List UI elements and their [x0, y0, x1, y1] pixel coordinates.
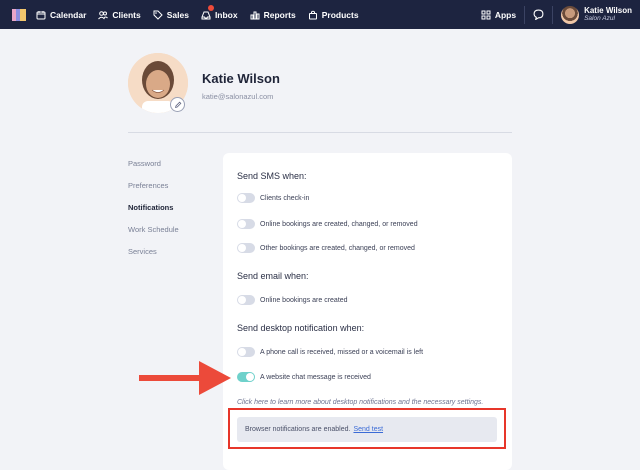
nav-reports[interactable]: Reports [250, 0, 296, 29]
email-toggle-row-online-bookings: Online bookings are created [237, 295, 348, 305]
nav-calendar[interactable]: Calendar [36, 0, 86, 29]
desktop-chat-message-toggle[interactable] [237, 372, 255, 382]
inbox-unread-badge [207, 5, 214, 11]
clients-icon [98, 10, 109, 19]
pencil-icon [174, 101, 181, 108]
nav-sales[interactable]: Sales [153, 0, 189, 29]
toggle-label: Online bookings are created [260, 296, 348, 304]
nav-products[interactable]: Products [308, 0, 359, 29]
profile-name: Katie Wilson [202, 71, 280, 86]
profile-email: katie@salonazul.com [202, 92, 274, 101]
nav-products-label: Products [321, 9, 359, 20]
toggle-label: A phone call is received, missed or a vo… [260, 348, 424, 356]
edit-avatar-button[interactable] [170, 97, 185, 112]
desktop-toggle-row-chat: A website chat message is received [237, 372, 371, 382]
toggle-label: Online bookings are created, changed, or… [260, 220, 418, 228]
learn-more-link[interactable]: Click here to learn more about desktop n… [237, 399, 483, 406]
desktop-phone-call-toggle[interactable] [237, 347, 255, 357]
nav-divider [524, 5, 526, 24]
chat-icon[interactable] [533, 9, 544, 20]
sms-checkin-toggle[interactable] [237, 193, 255, 203]
bar-chart-icon [250, 11, 260, 19]
user-menu[interactable]: Katie Wilson Salon Azul [561, 5, 632, 24]
highlight-box [228, 408, 506, 449]
sidebar-item-password[interactable]: Password [128, 159, 179, 181]
sms-other-bookings-toggle[interactable] [237, 243, 255, 253]
email-online-bookings-toggle[interactable] [237, 295, 255, 305]
bag-icon [308, 10, 317, 19]
sidebar-item-notifications[interactable]: Notifications [128, 203, 179, 225]
sms-section-title: Send SMS when: [237, 171, 307, 181]
sidebar-item-work-schedule[interactable]: Work Schedule [128, 225, 179, 247]
nav-reports-label: Reports [263, 9, 296, 20]
grid-icon [481, 10, 491, 19]
email-section-title: Send email when: [237, 271, 309, 281]
nav-apps-label: Apps [494, 9, 517, 20]
section-divider [128, 132, 512, 133]
calendar-icon [36, 10, 46, 19]
sidebar-item-services[interactable]: Services [128, 247, 179, 269]
toggle-label: Clients check-in [260, 194, 310, 202]
nav-clients-label: Clients [112, 9, 141, 20]
desktop-toggle-row-phone: A phone call is received, missed or a vo… [237, 347, 423, 357]
arrow-icon [139, 361, 231, 395]
app-logo[interactable] [12, 8, 26, 21]
nav-apps[interactable]: Apps [481, 0, 516, 29]
user-name: Katie Wilson [584, 6, 632, 15]
sms-toggle-row-other-bookings: Other bookings are created, changed, or … [237, 243, 415, 253]
toggle-label: Other bookings are created, changed, or … [260, 244, 415, 252]
avatar [561, 5, 580, 24]
nav-calendar-label: Calendar [50, 9, 87, 20]
nav-sales-label: Sales [166, 9, 189, 20]
inbox-icon [201, 11, 211, 19]
nav-right-group: Apps Katie Wilson Salon Azul [481, 0, 632, 29]
nav-clients[interactable]: Clients [98, 0, 141, 29]
sms-toggle-row-online-bookings: Online bookings are created, changed, or… [237, 219, 418, 229]
desktop-section-title: Send desktop notification when: [237, 323, 365, 333]
nav-divider [552, 5, 554, 24]
nav-inbox-label: Inbox [214, 9, 238, 20]
sms-toggle-row-checkin: Clients check-in [237, 193, 309, 203]
nav-inbox[interactable]: Inbox [201, 0, 238, 29]
tag-icon [153, 10, 163, 20]
sidebar-item-preferences[interactable]: Preferences [128, 181, 179, 203]
toggle-label: A website chat message is received [260, 373, 371, 381]
settings-sidebar: Password Preferences Notifications Work … [128, 159, 179, 269]
top-nav: Calendar Clients Sales Inbox Reports Pro… [0, 0, 640, 29]
sms-online-bookings-toggle[interactable] [237, 219, 255, 229]
user-salon: Salon Azul [584, 15, 615, 22]
